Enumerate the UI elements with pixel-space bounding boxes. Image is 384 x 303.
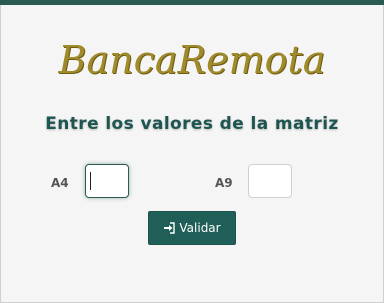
field-a-label: A4 <box>51 176 69 190</box>
field-b-label: A9 <box>215 176 233 190</box>
matrix-field-b-input[interactable] <box>248 164 292 198</box>
top-accent-bar <box>0 0 384 5</box>
text-caret <box>90 172 91 190</box>
validate-button[interactable]: Validar <box>148 211 236 245</box>
page-title: Entre los valores de la matriz <box>45 114 339 134</box>
validate-button-label: Validar <box>179 221 221 235</box>
sign-in-icon <box>163 222 176 234</box>
matrix-field-a-input[interactable] <box>85 164 129 198</box>
logo: BancaRemota <box>58 38 326 82</box>
